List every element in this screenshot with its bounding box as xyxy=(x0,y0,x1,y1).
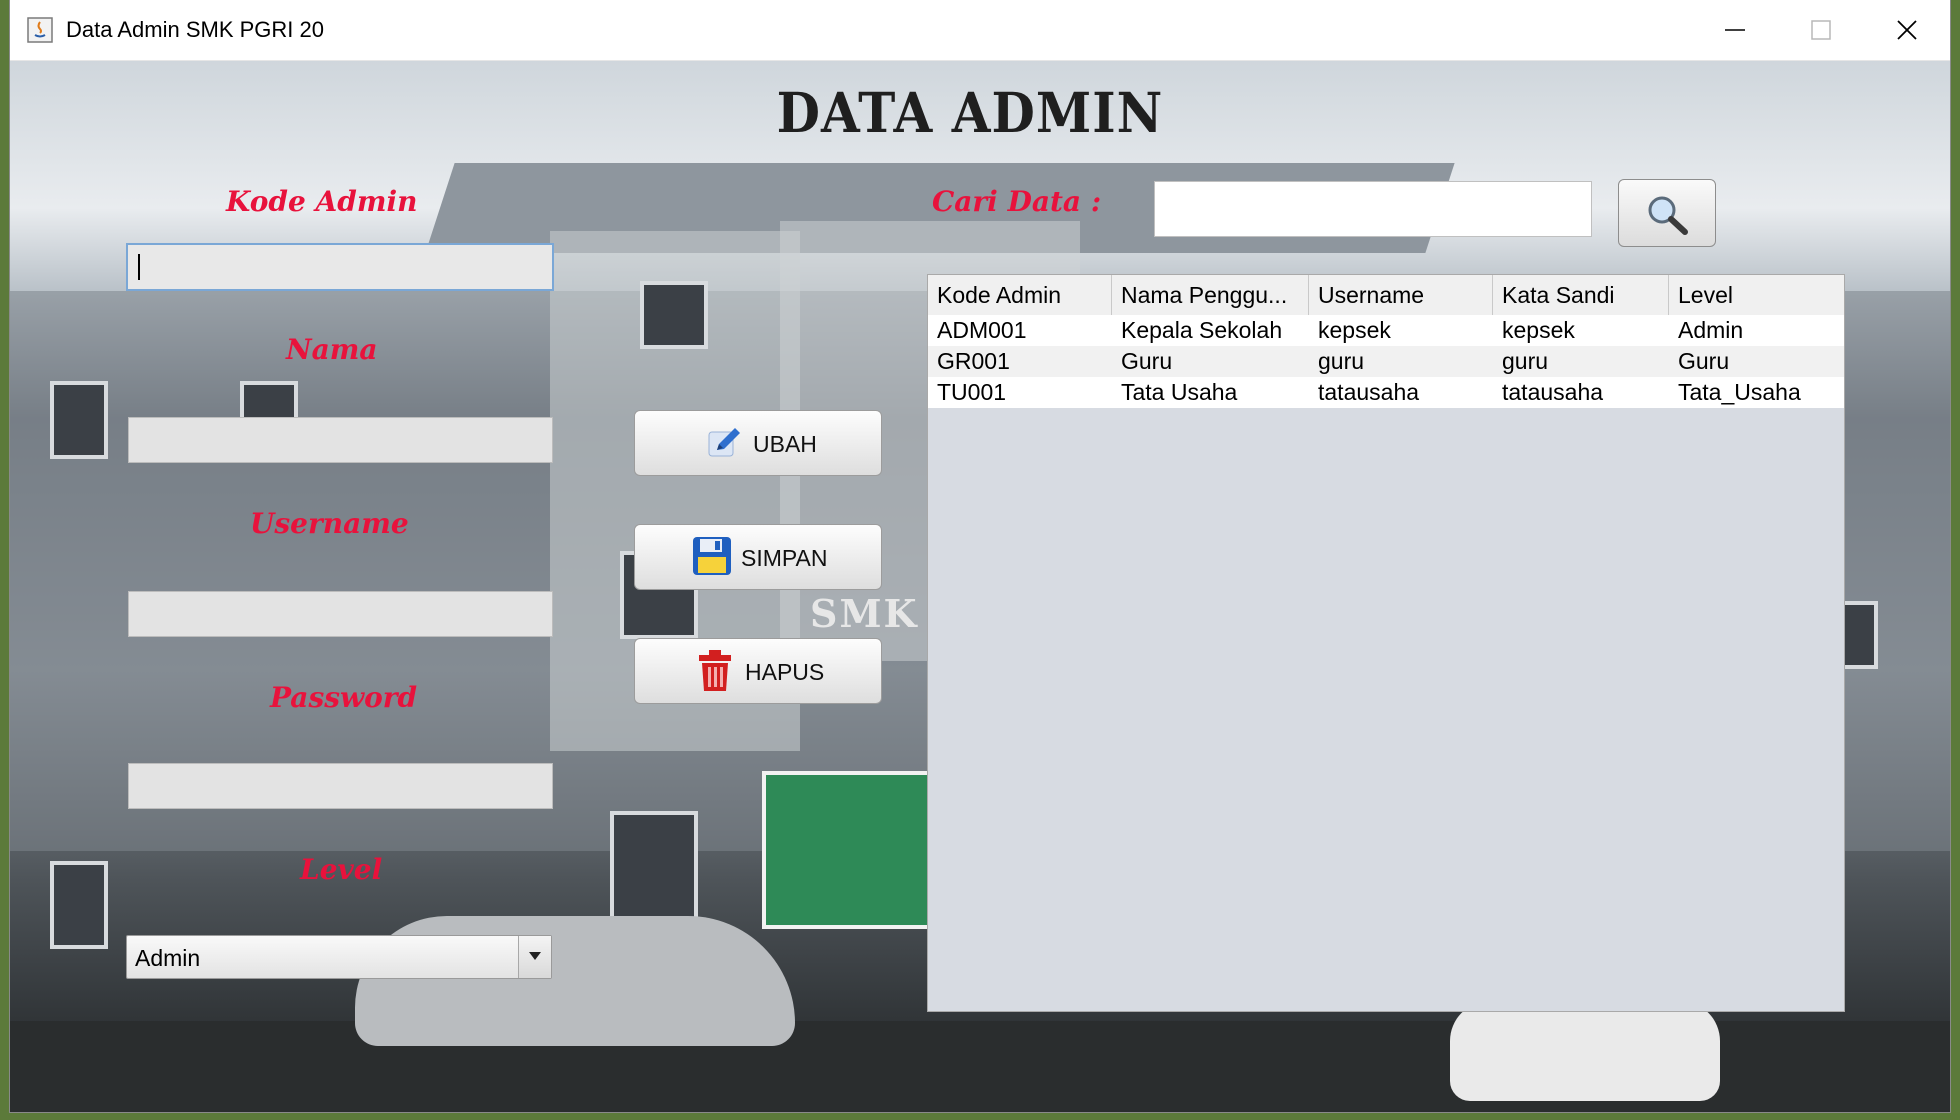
table-cell: guru xyxy=(1502,348,1549,374)
search-button[interactable] xyxy=(1618,179,1716,247)
level-label: Level xyxy=(300,853,383,886)
minimize-icon xyxy=(1725,29,1745,31)
password-field[interactable] xyxy=(128,763,553,809)
table-row[interactable]: TU001 Tata Usaha tatausaha tatausaha Tat… xyxy=(928,377,1844,408)
maximize-icon xyxy=(1811,20,1831,40)
table-row[interactable]: ADM001 Kepala Sekolah kepsek kepsek Admi… xyxy=(928,315,1844,346)
background-window xyxy=(610,811,698,929)
table-cell: Kepala Sekolah xyxy=(1121,317,1283,343)
nama-field[interactable] xyxy=(128,417,553,463)
hapus-button[interactable]: HAPUS xyxy=(634,638,882,704)
table-cell: GR001 xyxy=(937,348,1010,374)
search-label: Cari Data : xyxy=(932,185,1102,218)
background-window xyxy=(640,281,708,349)
background-sign: SMK xyxy=(810,591,919,636)
table-cell: Tata Usaha xyxy=(1121,379,1238,405)
floppy-disk-icon xyxy=(691,535,733,583)
column-header[interactable]: Kata Sandi xyxy=(1493,275,1669,315)
hapus-button-label: HAPUS xyxy=(745,659,825,685)
column-header[interactable]: Kode Admin xyxy=(928,275,1112,315)
column-header[interactable]: Username xyxy=(1309,275,1493,315)
table-cell: Admin xyxy=(1678,317,1744,343)
magnifier-icon xyxy=(1648,196,1688,235)
background-window xyxy=(50,381,108,459)
search-input[interactable] xyxy=(1154,181,1592,237)
pencil-icon xyxy=(707,424,743,466)
column-header[interactable]: Nama Penggu... xyxy=(1112,275,1309,315)
level-selected-value: Admin xyxy=(135,945,201,971)
ubah-button-label: UBAH xyxy=(753,431,817,457)
app-window: Data Admin SMK PGRI 20 SMK DATA ADMIN Ko… xyxy=(10,0,1950,1112)
simpan-button-label: SIMPAN xyxy=(741,545,828,571)
table-row[interactable]: GR001 Guru guru guru Guru xyxy=(928,346,1844,377)
java-app-icon xyxy=(26,16,54,44)
close-button[interactable] xyxy=(1864,0,1950,60)
username-label: Username xyxy=(250,507,409,540)
kode-admin-field[interactable] xyxy=(126,243,554,291)
table-header: Kode Admin Nama Penggu... Username Kata … xyxy=(928,275,1844,316)
close-icon xyxy=(1897,20,1917,40)
content-area: SMK DATA ADMIN Kode Admin Nama Username … xyxy=(10,61,1950,1112)
username-field[interactable] xyxy=(128,591,553,637)
window-title: Data Admin SMK PGRI 20 xyxy=(66,17,324,42)
admin-table[interactable]: Kode Admin Nama Penggu... Username Kata … xyxy=(927,274,1845,1012)
nama-label: Nama xyxy=(286,333,378,366)
table-cell: guru xyxy=(1318,348,1365,374)
table-cell: Guru xyxy=(1678,348,1730,374)
table-cell: Guru xyxy=(1121,348,1173,374)
ubah-button[interactable]: UBAH xyxy=(634,410,882,476)
simpan-button[interactable]: SIMPAN xyxy=(634,524,882,590)
background-car xyxy=(1450,1001,1720,1101)
table-cell: kepsek xyxy=(1502,317,1575,343)
chevron-down-icon xyxy=(529,952,541,960)
password-label: Password xyxy=(270,681,418,714)
table-cell: Tata_Usaha xyxy=(1678,379,1801,405)
maximize-button[interactable] xyxy=(1778,0,1864,60)
level-dropdown[interactable]: Admin xyxy=(126,935,552,979)
table-cell: tatausaha xyxy=(1502,379,1604,405)
column-header[interactable]: Level xyxy=(1669,275,1844,315)
page-title: DATA ADMIN xyxy=(776,80,1164,145)
table-cell: ADM001 xyxy=(937,317,1027,343)
background-window xyxy=(50,861,108,949)
table-cell: tatausaha xyxy=(1318,379,1420,405)
kode-admin-label: Kode Admin xyxy=(226,185,418,218)
text-caret xyxy=(138,254,140,280)
trash-icon xyxy=(697,649,733,699)
table-cell: kepsek xyxy=(1318,317,1391,343)
table-cell: TU001 xyxy=(937,379,1007,405)
dropdown-arrow-button[interactable] xyxy=(518,936,551,978)
minimize-button[interactable] xyxy=(1692,0,1778,60)
background-banner xyxy=(762,771,940,929)
title-bar: Data Admin SMK PGRI 20 xyxy=(10,0,1950,61)
